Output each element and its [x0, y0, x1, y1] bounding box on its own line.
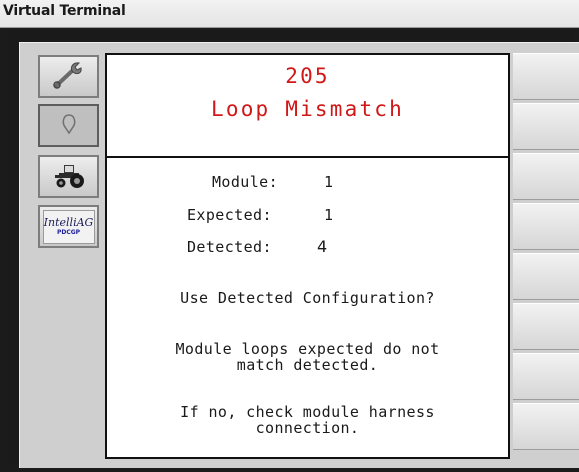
- right-softkey-2[interactable]: [513, 103, 579, 150]
- right-softkey-4[interactable]: [513, 203, 579, 250]
- right-softkey-7[interactable]: [513, 353, 579, 400]
- logo-subtext: PDCGP: [56, 228, 81, 236]
- logo-text: IntelliAG: [43, 215, 94, 229]
- dialog-divider: [107, 156, 508, 158]
- right-softkey-3[interactable]: [513, 153, 579, 200]
- hint-line-1: If no, check module harness: [180, 403, 435, 421]
- right-softkey-5[interactable]: [513, 253, 579, 300]
- alarm-dialog: 205 Loop Mismatch Module: 1 Expected: 1 …: [105, 53, 510, 459]
- expected-value: 1: [324, 206, 334, 224]
- confirm-question: Use Detected Configuration?: [180, 289, 435, 307]
- window-title: Virtual Terminal: [3, 3, 126, 19]
- module-value: 1: [324, 173, 334, 191]
- right-softkey-6[interactable]: [513, 303, 579, 350]
- alarm-title: Loop Mismatch: [211, 97, 404, 121]
- intelliag-logo-icon: IntelliAG PDCGP: [42, 209, 95, 244]
- window-titlebar: Virtual Terminal: [0, 0, 579, 28]
- intelliag-softkey[interactable]: IntelliAG PDCGP: [38, 205, 99, 248]
- expected-label: Expected:: [187, 206, 272, 224]
- right-softkey-8[interactable]: [513, 403, 579, 450]
- message-line-1: Module loops expected do not: [175, 340, 440, 358]
- tractor-icon: [51, 160, 87, 194]
- settings-softkey[interactable]: [38, 55, 99, 98]
- loop-softkey[interactable]: [38, 104, 99, 147]
- tractor-softkey[interactable]: [38, 155, 99, 198]
- wrench-icon: [52, 60, 86, 94]
- loop-icon: [56, 111, 82, 141]
- module-label: Module:: [212, 173, 279, 191]
- detected-label: Detected:: [187, 238, 272, 256]
- right-softkey-1[interactable]: [513, 53, 579, 100]
- alarm-code: 205: [285, 64, 330, 88]
- detected-value: 4: [317, 237, 328, 256]
- message-line-2: match detected.: [236, 356, 379, 374]
- hint-line-2: connection.: [255, 419, 360, 437]
